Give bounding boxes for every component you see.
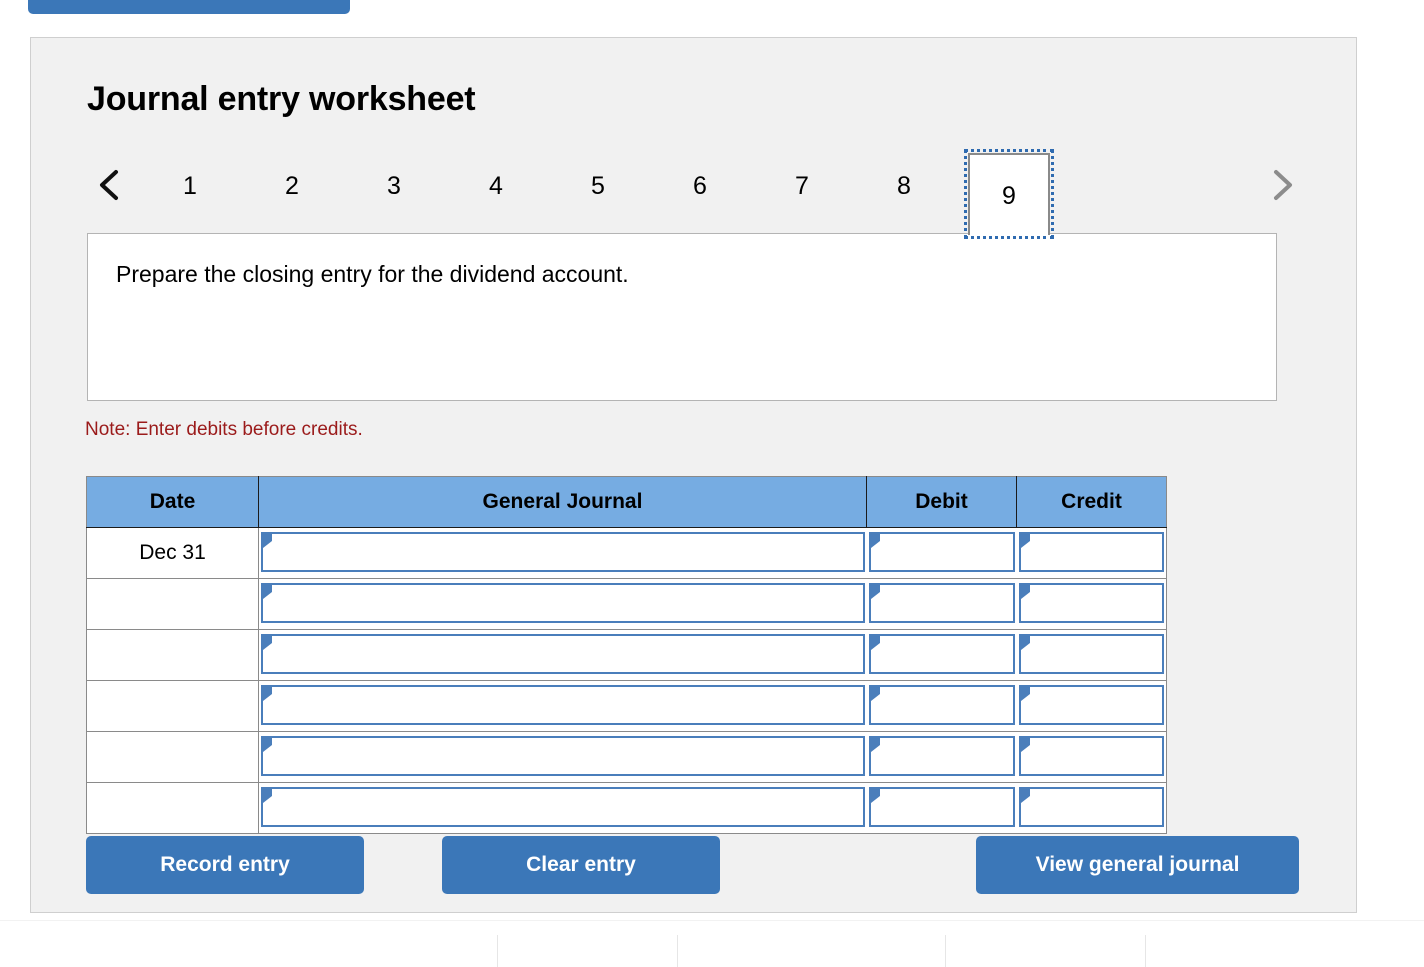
date-cell-row-3 bbox=[86, 629, 259, 681]
date-cell-row-5 bbox=[86, 731, 259, 783]
general-journal-cell-row-3[interactable] bbox=[258, 629, 867, 681]
general-journal-input-row-6[interactable] bbox=[261, 787, 865, 827]
table-row bbox=[86, 629, 1167, 681]
table-row bbox=[86, 680, 1167, 732]
general-journal-input-row-1[interactable] bbox=[261, 532, 865, 572]
credit-input-row-5[interactable] bbox=[1018, 736, 1164, 776]
debit-cell-row-3[interactable] bbox=[866, 629, 1017, 681]
credit-input-row-2[interactable] bbox=[1018, 583, 1164, 623]
date-cell-row-2 bbox=[86, 578, 259, 630]
credit-input-row-4[interactable] bbox=[1018, 685, 1164, 725]
table-row bbox=[86, 578, 1167, 630]
general-journal-cell-row-1[interactable] bbox=[258, 527, 867, 579]
column-header-general-journal: General Journal bbox=[258, 476, 867, 528]
general-journal-cell-row-5[interactable] bbox=[258, 731, 867, 783]
record-entry-button[interactable]: Record entry bbox=[86, 836, 364, 894]
debit-input-row-5[interactable] bbox=[868, 736, 1015, 776]
debit-input-row-2[interactable] bbox=[868, 583, 1015, 623]
column-header-credit: Credit bbox=[1016, 476, 1167, 528]
table-header-row: Date General Journal Debit Credit bbox=[86, 476, 1167, 528]
worksheet-tab-strip: 1 2 3 4 5 6 7 8 9 bbox=[87, 149, 1302, 239]
column-header-debit: Debit bbox=[866, 476, 1017, 528]
tab-8[interactable]: 8 bbox=[878, 160, 930, 212]
debit-cell-row-5[interactable] bbox=[866, 731, 1017, 783]
strip-divider-2 bbox=[677, 935, 678, 967]
journal-entry-worksheet-panel: Journal entry worksheet 1 2 3 4 5 6 7 8 … bbox=[30, 37, 1357, 913]
credit-cell-row-2[interactable] bbox=[1016, 578, 1167, 630]
tab-6[interactable]: 6 bbox=[674, 160, 726, 212]
strip-divider-4 bbox=[1145, 935, 1146, 967]
general-journal-cell-row-4[interactable] bbox=[258, 680, 867, 732]
general-journal-input-row-3[interactable] bbox=[261, 634, 865, 674]
chevron-right-icon bbox=[1274, 170, 1292, 200]
tab-5[interactable]: 5 bbox=[572, 160, 624, 212]
credit-cell-row-5[interactable] bbox=[1016, 731, 1167, 783]
general-journal-input-row-5[interactable] bbox=[261, 736, 865, 776]
credit-cell-row-6[interactable] bbox=[1016, 782, 1167, 834]
chevron-left-icon bbox=[100, 170, 118, 200]
partial-blue-button[interactable] bbox=[28, 0, 350, 14]
credit-cell-row-1[interactable] bbox=[1016, 527, 1167, 579]
strip-divider-1 bbox=[497, 935, 498, 967]
debit-cell-row-2[interactable] bbox=[866, 578, 1017, 630]
table-row: Dec 31 bbox=[86, 527, 1167, 579]
view-general-journal-button[interactable]: View general journal bbox=[976, 836, 1299, 894]
strip-divider-3 bbox=[945, 935, 946, 967]
debit-input-row-1[interactable] bbox=[868, 532, 1015, 572]
debit-input-row-4[interactable] bbox=[868, 685, 1015, 725]
page-title: Journal entry worksheet bbox=[87, 80, 476, 118]
credit-input-row-1[interactable] bbox=[1018, 532, 1164, 572]
general-journal-cell-row-6[interactable] bbox=[258, 782, 867, 834]
debit-cell-row-1[interactable] bbox=[866, 527, 1017, 579]
credit-cell-row-4[interactable] bbox=[1016, 680, 1167, 732]
date-cell-row-4 bbox=[86, 680, 259, 732]
tab-9-selected[interactable]: 9 bbox=[964, 149, 1054, 239]
credit-cell-row-3[interactable] bbox=[1016, 629, 1167, 681]
instruction-text: Prepare the closing entry for the divide… bbox=[116, 261, 629, 287]
general-journal-input-row-2[interactable] bbox=[261, 583, 865, 623]
next-page-button[interactable] bbox=[1262, 161, 1302, 209]
date-cell-row-6 bbox=[86, 782, 259, 834]
column-header-date: Date bbox=[86, 476, 259, 528]
debit-input-row-6[interactable] bbox=[868, 787, 1015, 827]
general-journal-input-row-4[interactable] bbox=[261, 685, 865, 725]
tab-4[interactable]: 4 bbox=[470, 160, 522, 212]
tab-2[interactable]: 2 bbox=[266, 160, 318, 212]
instruction-panel: Prepare the closing entry for the divide… bbox=[87, 233, 1277, 401]
debit-cell-row-6[interactable] bbox=[866, 782, 1017, 834]
clear-entry-button[interactable]: Clear entry bbox=[442, 836, 720, 894]
bottom-toolbar-strip bbox=[0, 920, 1424, 967]
debit-cell-row-4[interactable] bbox=[866, 680, 1017, 732]
credit-input-row-6[interactable] bbox=[1018, 787, 1164, 827]
debit-input-row-3[interactable] bbox=[868, 634, 1015, 674]
table-row bbox=[86, 731, 1167, 783]
date-cell-row-1: Dec 31 bbox=[86, 527, 259, 579]
credit-input-row-3[interactable] bbox=[1018, 634, 1164, 674]
previous-page-button[interactable] bbox=[89, 161, 129, 209]
general-journal-cell-row-2[interactable] bbox=[258, 578, 867, 630]
tab-3[interactable]: 3 bbox=[368, 160, 420, 212]
debits-before-credits-note: Note: Enter debits before credits. bbox=[85, 419, 363, 440]
tab-7[interactable]: 7 bbox=[776, 160, 828, 212]
tab-1[interactable]: 1 bbox=[164, 160, 216, 212]
journal-entry-table: Date General Journal Debit Credit Dec 31 bbox=[86, 476, 1167, 834]
table-row bbox=[86, 782, 1167, 834]
